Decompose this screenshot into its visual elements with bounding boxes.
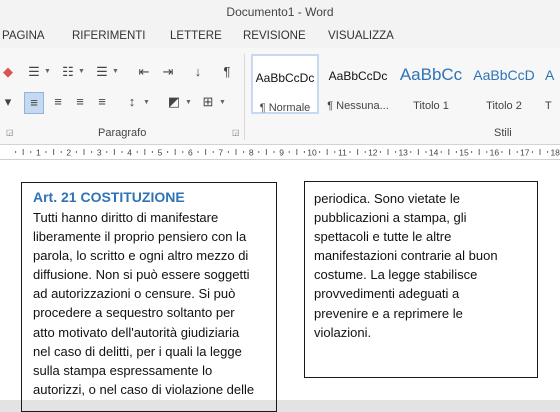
borders-icon[interactable]: ⊞ [200, 94, 216, 110]
ruler-label: 17 [520, 148, 530, 158]
styles-group-label: Stili [494, 127, 512, 139]
style-sample: AaBbCc [399, 65, 463, 84]
style-name: T [545, 100, 552, 112]
line-spacing-icon[interactable]: ↕ [124, 94, 140, 110]
style-name: ¶ Normale [259, 102, 311, 114]
bullets-icon[interactable]: ☰ [26, 64, 42, 80]
pilcrow-icon[interactable]: ¶ [219, 64, 235, 80]
ruler-label: 13 [398, 148, 408, 158]
ruler-label: 10 [307, 148, 317, 158]
dropdown-icon[interactable]: ▾ [0, 94, 16, 110]
line-spacing-dropdown-icon[interactable]: ▼ [143, 99, 150, 106]
ruler-label: 8 [249, 148, 254, 158]
tab-pagina[interactable]: PAGINA [2, 30, 45, 42]
sort-icon[interactable]: ↓ [190, 64, 206, 80]
ruler-label: 16 [490, 148, 500, 158]
text-line: atto motivato dell'autorità giudiziaria [33, 324, 240, 340]
window-title: Documento1 - Word [226, 5, 334, 19]
text-line: diffusione. Non si può essere soggetti [33, 267, 250, 283]
text-box-right[interactable]: periodica. Sono vietate le pubblicazioni … [304, 181, 538, 378]
text-line: Tutti hanno diritto di manifestare [33, 210, 219, 225]
ribbon-separator [244, 54, 245, 140]
text-line: costume. La legge stabilisce [314, 267, 478, 283]
bullets-dropdown-icon[interactable]: ▼ [44, 68, 51, 75]
align-left-icon[interactable]: ≡ [24, 92, 44, 114]
paragraph-group-label: Paragrafo [98, 127, 147, 139]
ruler-label: 1 [36, 148, 41, 158]
text-line: liberamente il proprio pensiero con la [33, 229, 247, 245]
multilevel-dropdown-icon[interactable]: ▼ [112, 68, 119, 75]
style-normale[interactable]: AaBbCcDc ¶ Normale [251, 54, 319, 114]
ruler-label: 5 [158, 148, 163, 158]
align-right-icon[interactable]: ≡ [72, 94, 88, 110]
ruler-label: 14 [429, 148, 439, 158]
numbering-dropdown-icon[interactable]: ▼ [78, 68, 85, 75]
ruler-label: 9 [279, 148, 284, 158]
decrease-indent-icon[interactable]: ⇤ [136, 64, 152, 80]
text-line: procedere a sequestro soltanto per [33, 305, 235, 321]
ribbon: ◆ ☰ ▼ ☷ ▼ ☰ ▼ ⇤ ⇥ ↓ ¶ ▾ ≡ ≡ ≡ ≡ ↕ ▼ ◩ ▼ … [0, 48, 560, 145]
horizontal-ruler[interactable]: 1 2 3 4 5 6 7 8 9 10 11 12 13 14 15 16 17 18 [0, 145, 560, 160]
text-line: periodica. Sono vietate le [314, 191, 460, 206]
text-line: prevenire e a reprimere le [314, 305, 463, 321]
document-heading: Art. 21 COSTITUZIONE [33, 189, 185, 205]
style-sample: AaBbCcDc [255, 71, 315, 85]
ruler-label: 7 [218, 148, 223, 158]
style-sample: AaBbCcDc [328, 69, 388, 83]
eraser-icon[interactable]: ◆ [0, 64, 16, 80]
text-line: provvedimenti adeguati a [314, 286, 460, 302]
ruler-label: 18 [550, 148, 560, 158]
title-bar: Documento1 - Word [0, 0, 560, 26]
ruler-label: 6 [188, 148, 193, 158]
ruler-label: 4 [127, 148, 132, 158]
ribbon-tabs: PAGINA RIFERIMENTI LETTERE REVISIONE VIS… [0, 26, 560, 48]
style-titolo-partial[interactable]: A T [543, 54, 560, 114]
align-center-icon[interactable]: ≡ [50, 94, 66, 110]
style-name: ¶ Nessuna... [327, 100, 389, 112]
text-box-left[interactable]: Art. 21 COSTITUZIONE Tutti hanno diritto… [21, 182, 277, 412]
tab-lettere[interactable]: LETTERE [170, 30, 222, 42]
text-line: pubblicazioni a stampa, gli [314, 210, 467, 226]
style-sample: A [545, 67, 555, 83]
ruler-label: 11 [338, 148, 347, 158]
numbering-icon[interactable]: ☷ [60, 64, 76, 80]
tab-riferimenti[interactable]: RIFERIMENTI [72, 30, 145, 42]
text-line: ad autorizzazioni o censure. Si può [33, 286, 236, 302]
text-line: parola, lo scritto e ogni altro mezzo di [33, 248, 249, 264]
text-column-right: periodica. Sono vietate le pubblicazioni … [314, 189, 537, 342]
ruler-label: 12 [368, 148, 378, 158]
style-nessuna[interactable]: AaBbCcDc ¶ Nessuna... [324, 54, 392, 114]
multilevel-list-icon[interactable]: ☰ [94, 64, 110, 80]
style-name: Titolo 1 [413, 100, 449, 112]
shading-dropdown-icon[interactable]: ▼ [185, 99, 192, 106]
tab-revisione[interactable]: REVISIONE [243, 30, 306, 42]
ruler-label: 3 [97, 148, 102, 158]
text-line: manifestazioni contrarie al buon [314, 248, 498, 264]
text-line: sulla stampa espressamente lo [33, 362, 213, 378]
document-page[interactable]: Art. 21 COSTITUZIONE Tutti hanno diritto… [0, 160, 560, 412]
font-group-launcher-icon[interactable]: ◲ [6, 128, 14, 137]
ruler-label: 2 [66, 148, 71, 158]
style-sample: AaBbCcD [473, 67, 535, 83]
text-line: nel caso di delitti, per i quali la legg… [33, 343, 242, 359]
paragraph-group-launcher-icon[interactable]: ◲ [232, 128, 240, 137]
borders-dropdown-icon[interactable]: ▼ [219, 99, 226, 106]
text-line: spettacoli e tutte le altre [314, 229, 452, 245]
tab-visualizza[interactable]: VISUALIZZA [328, 30, 394, 42]
style-name: Titolo 2 [486, 100, 522, 112]
style-titolo-1[interactable]: AaBbCc Titolo 1 [397, 54, 465, 114]
shading-icon[interactable]: ◩ [166, 94, 182, 110]
ruler-ticks: 1 2 3 4 5 6 7 8 9 10 11 12 13 14 15 16 17 18 [15, 148, 560, 158]
justify-icon[interactable]: ≡ [94, 94, 110, 110]
ruler-label: 15 [459, 148, 469, 158]
style-titolo-2[interactable]: AaBbCcD Titolo 2 [470, 54, 538, 114]
text-column-left: Tutti hanno diritto di manifestare libera… [33, 208, 276, 399]
text-line: autorizzi, o nel caso di violazione dell… [33, 381, 255, 397]
increase-indent-icon[interactable]: ⇥ [160, 64, 176, 80]
text-line: violazioni. [314, 324, 372, 340]
